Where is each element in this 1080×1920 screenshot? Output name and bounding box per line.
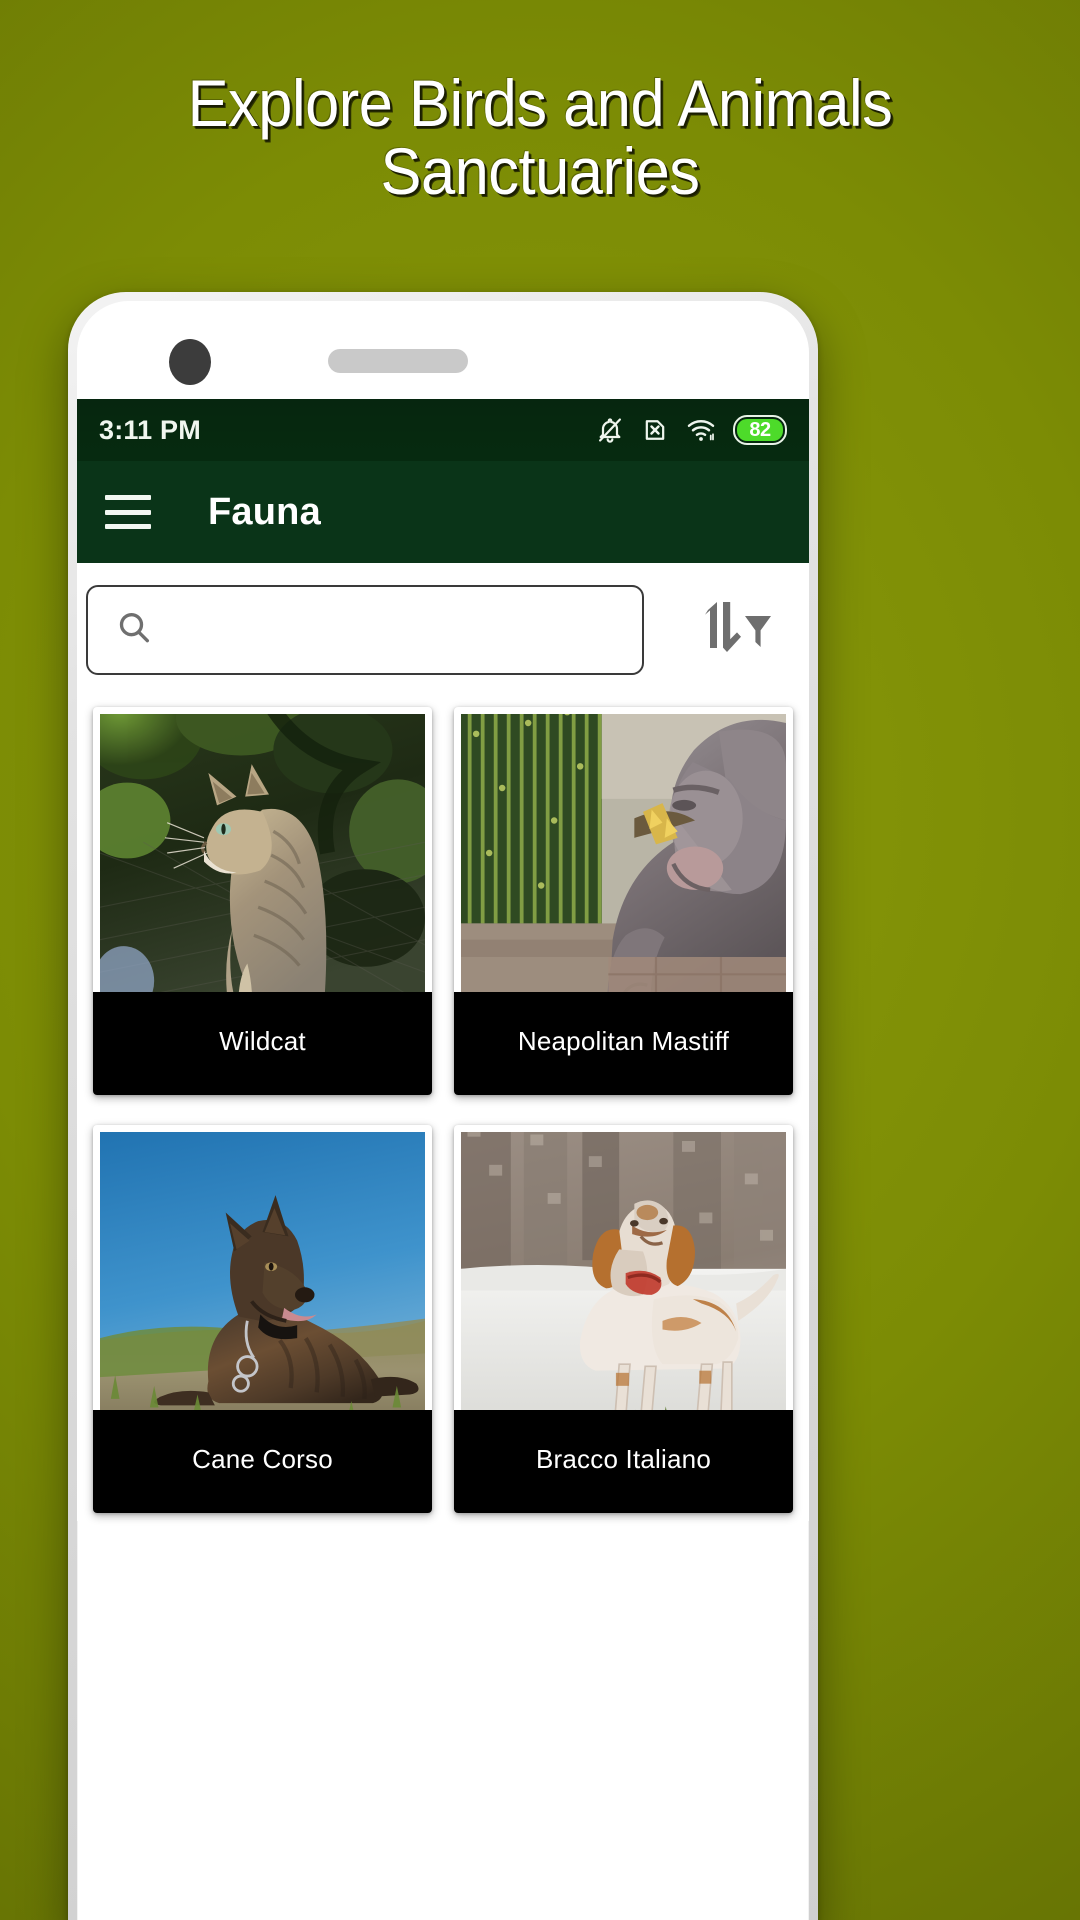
- status-bar-icons: 82: [596, 415, 787, 445]
- promo-headline: Explore Birds and Animals Sanctuaries: [187, 66, 893, 208]
- front-camera-icon: [169, 339, 211, 385]
- no-sim-icon: [641, 415, 669, 445]
- animal-card[interactable]: Cane Corso: [93, 1125, 432, 1513]
- animal-card-title: Cane Corso: [93, 1410, 432, 1513]
- animal-card[interactable]: Wildcat: [93, 707, 432, 1095]
- bracco-italiano-photo: [461, 1132, 786, 1410]
- animal-card-title: Bracco Italiano: [454, 1410, 793, 1513]
- wifi-icon: [686, 415, 716, 445]
- animal-card-grid: Wildcat Neapolitan Mastiff Cane Corso Br…: [77, 693, 809, 1521]
- status-bar-clock: 3:11 PM: [99, 414, 201, 445]
- animal-card-title: Neapolitan Mastiff: [454, 992, 793, 1095]
- hamburger-menu-icon[interactable]: [105, 495, 151, 529]
- battery-level-text: 82: [737, 419, 783, 441]
- earpiece-speaker: [328, 349, 468, 373]
- neapolitan-mastiff-photo: [461, 714, 786, 992]
- search-bar[interactable]: [86, 585, 644, 675]
- notifications-off-icon: [596, 415, 624, 445]
- animal-card-title: Wildcat: [93, 992, 432, 1095]
- search-icon: [114, 608, 154, 653]
- animal-card[interactable]: Neapolitan Mastiff: [454, 707, 793, 1095]
- cane-corso-photo: [100, 1132, 425, 1410]
- hamburger-bar: [105, 509, 151, 515]
- animal-card[interactable]: Bracco Italiano: [454, 1125, 793, 1513]
- sort-filter-icon[interactable]: [692, 598, 778, 662]
- phone-bezel-top: [77, 301, 809, 399]
- phone-screen: 3:11 PM 82 Fauna Wildcat Neapolitan Mast…: [77, 301, 809, 1920]
- phone-mockup: 3:11 PM 82 Fauna Wildcat Neapolitan Mast…: [68, 292, 818, 1920]
- search-row: [77, 563, 809, 693]
- hamburger-bar: [105, 495, 151, 500]
- status-bar: 3:11 PM 82: [77, 399, 809, 461]
- search-input[interactable]: [172, 614, 616, 646]
- app-bar: Fauna: [77, 461, 809, 563]
- wildcat-photo: [100, 714, 425, 992]
- app-bar-title: Fauna: [208, 490, 321, 533]
- battery-icon: 82: [733, 415, 787, 445]
- hamburger-bar: [105, 524, 151, 529]
